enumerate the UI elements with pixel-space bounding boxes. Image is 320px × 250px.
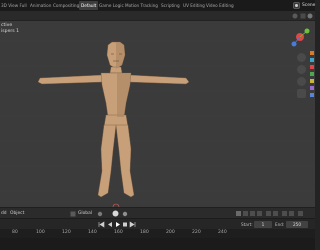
timeline-area[interactable] (0, 238, 315, 250)
3d-viewport[interactable]: ctive ispers 1 (0, 21, 315, 207)
tab-game-logic[interactable]: Game Logic (99, 1, 124, 10)
pan-icon[interactable] (297, 65, 306, 74)
view-icon[interactable] (292, 13, 298, 19)
tab-scripting[interactable]: Scripting (161, 1, 180, 10)
zoom-icon[interactable] (297, 53, 306, 62)
workspace-tab-bar: 3D View Full Animation Compositing Defau… (0, 0, 315, 11)
start-frame-field[interactable]: 1 (254, 221, 272, 228)
timeline-controls: Start: 1 End: 250 (0, 218, 315, 229)
viewport-header (0, 11, 315, 21)
magnet-icon[interactable] (112, 210, 119, 217)
ruler-tick: 180 (140, 230, 149, 235)
ruler-tick: 200 (166, 230, 175, 235)
pivot-icon[interactable] (97, 211, 103, 217)
properties-tab-strip[interactable] (309, 51, 315, 111)
tab-motion-tracking[interactable]: Motion Tracking (125, 1, 158, 10)
tab-video-editing[interactable]: Video Editing (206, 1, 234, 10)
scene-selector[interactable]: Scene (302, 1, 315, 10)
ruler-tick: 100 (36, 230, 45, 235)
navigation-gizmo[interactable] (288, 25, 312, 49)
character-model[interactable] (0, 21, 315, 207)
ruler-tick: 80 (12, 230, 18, 235)
tab-animation[interactable]: Animation (30, 1, 51, 10)
tab-uv-editing[interactable]: UV Editing (183, 1, 205, 10)
overlay-icon[interactable] (300, 13, 306, 19)
layer-buttons[interactable] (236, 211, 306, 217)
viewport-footer: dd Object Global (0, 207, 315, 218)
proportional-icon[interactable] (122, 211, 128, 217)
transform-orientation-icon (70, 211, 76, 217)
ruler-tick: 160 (114, 230, 123, 235)
end-frame-field[interactable]: 250 (286, 221, 308, 228)
ruler-tick: 140 (88, 230, 97, 235)
ruler-tick: 120 (62, 230, 71, 235)
playback-controls[interactable] (98, 221, 136, 228)
tab-compositing[interactable]: Compositing (53, 1, 79, 10)
grid-icon[interactable] (297, 89, 306, 98)
ruler-tick: 240 (218, 230, 227, 235)
ruler-tick: 220 (192, 230, 201, 235)
camera-icon[interactable] (297, 77, 306, 86)
timeline-ruler[interactable]: 80 100 120 140 160 180 200 220 240 (0, 229, 315, 238)
tab-3d-view-full[interactable]: 3D View Full (1, 1, 27, 10)
shading-icon[interactable] (307, 13, 313, 19)
scene-icon[interactable] (293, 2, 300, 9)
tab-default[interactable]: Default (79, 1, 99, 10)
